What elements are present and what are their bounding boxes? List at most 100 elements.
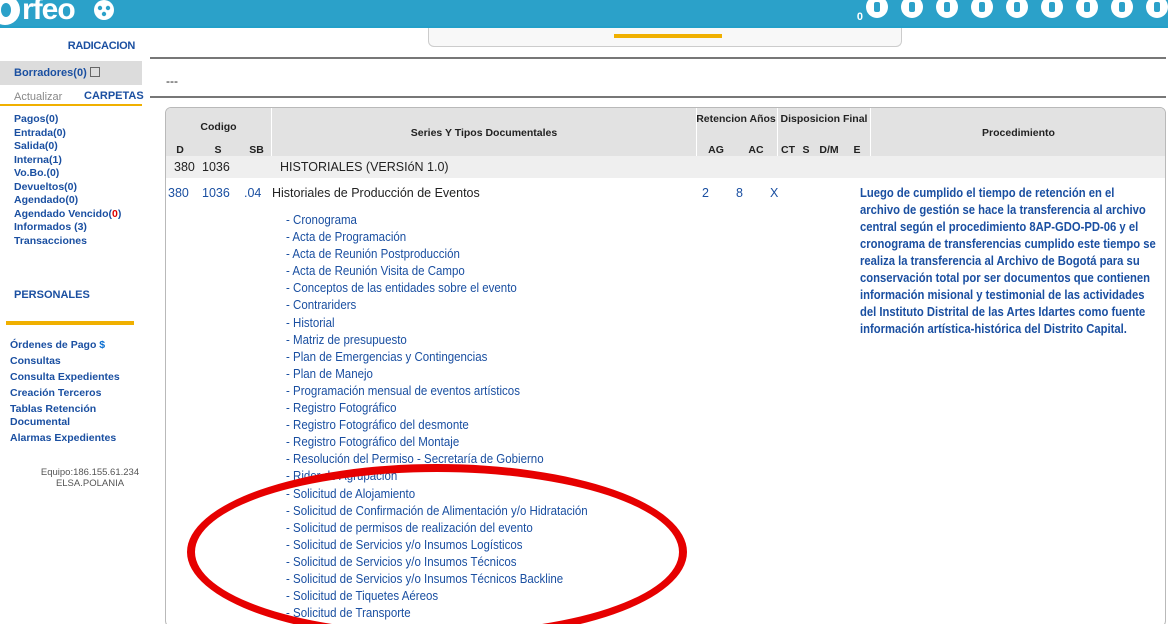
header-d: D bbox=[176, 144, 184, 156]
document-type[interactable]: - Programación mensual de eventos artíst… bbox=[286, 383, 588, 400]
document-type[interactable]: - Contrariders bbox=[286, 297, 588, 314]
top-toolbar: 0 bbox=[856, 0, 1168, 23]
folder-header: Actualizar CARPETAS bbox=[0, 86, 144, 106]
header-codigo: Codigo bbox=[200, 121, 237, 133]
table-header: Codigo D S SB Series Y Tipos Documentale… bbox=[166, 108, 1165, 156]
document-type[interactable]: - Registro Fotográfico bbox=[286, 400, 588, 417]
logout-icon[interactable] bbox=[1146, 0, 1168, 18]
borradores-link[interactable]: Borradores(0) bbox=[14, 67, 100, 79]
document-type[interactable]: - Acta de Reunión Postproducción bbox=[286, 246, 588, 263]
header-dm: D/M bbox=[819, 144, 839, 156]
document-type-list: - Cronograma - Acta de Programación - Ac… bbox=[286, 212, 614, 622]
retention-table: Codigo D S SB Series Y Tipos Documentale… bbox=[165, 107, 1166, 624]
folder-salida[interactable]: Salida(0) bbox=[14, 140, 121, 154]
header-disposicion: Disposicion Final bbox=[780, 113, 868, 125]
document-type[interactable]: - Solicitud de Servicios y/o Insumos Téc… bbox=[286, 554, 588, 571]
tool-ordenes-de-pago[interactable]: Órdenes de Pago $ bbox=[10, 339, 120, 352]
header-ac: AC bbox=[748, 144, 764, 156]
document-type[interactable]: - Cronograma bbox=[286, 212, 588, 229]
folder-agendado[interactable]: Agendado(0) bbox=[14, 194, 121, 208]
header-procedimiento: Procedimiento bbox=[982, 127, 1055, 139]
document-type[interactable]: - Plan de Emergencias y Contingencias bbox=[286, 349, 588, 366]
tool-tablas-retencion[interactable]: Tablas Retención Documental bbox=[10, 403, 120, 429]
row-d: 380 bbox=[168, 186, 189, 200]
equipo-ip: Equipo:186.155.61.234 bbox=[40, 467, 140, 478]
document-type[interactable]: - Matriz de presupuesto bbox=[286, 332, 588, 349]
row-sb: .04 bbox=[244, 186, 262, 200]
document-type[interactable]: - Registro Fotográfico del desmonte bbox=[286, 417, 588, 434]
session-info: Equipo:186.155.61.234 ELSA.POLANIA bbox=[0, 467, 147, 489]
placeholder-text: --- bbox=[166, 74, 178, 88]
radicacion-link[interactable]: RADICACION bbox=[0, 40, 136, 52]
document-type[interactable]: - Rider de Agrupación bbox=[286, 468, 588, 485]
row-series-name[interactable]: Historiales de Producción de Eventos bbox=[272, 186, 480, 200]
folder-vobo[interactable]: Vo.Bo.(0) bbox=[14, 167, 121, 181]
procedure-text: Luego de cumplido el tiempo de retención… bbox=[860, 186, 1156, 336]
sidebar-divider bbox=[6, 321, 134, 325]
header-accent bbox=[614, 34, 722, 38]
folder-agendado-vencido[interactable]: Agendado Vencido(0) bbox=[14, 208, 121, 222]
refresh-link[interactable]: Actualizar bbox=[14, 91, 62, 103]
tool-consultas[interactable]: Consultas bbox=[10, 355, 120, 368]
document-type[interactable]: - Acta de Programación bbox=[286, 229, 588, 246]
header-e: E bbox=[853, 144, 861, 156]
notification-count: 0 bbox=[856, 11, 863, 23]
header-series: Series Y Tipos Documentales bbox=[410, 127, 558, 139]
tool-consulta-expedientes[interactable]: Consulta Expedientes bbox=[10, 371, 120, 384]
divider bbox=[150, 96, 1166, 98]
document-type[interactable]: - Solicitud de Tiquetes Aéreos bbox=[286, 588, 588, 605]
tool-creacion-terceros[interactable]: Creación Terceros bbox=[10, 387, 120, 400]
document-type[interactable]: - Solicitud de Servicios y/o Insumos Log… bbox=[286, 537, 588, 554]
main-header-panel bbox=[428, 28, 902, 47]
table-group-row[interactable]: 380 1036 HISTORIALES (VERSIóN 1.0) bbox=[166, 156, 1165, 178]
top-bar: rfeo 0 bbox=[0, 0, 1168, 28]
tools-list: Órdenes de Pago $ Consultas Consulta Exp… bbox=[10, 339, 120, 448]
document-type[interactable]: - Solicitud de Alojamiento bbox=[286, 486, 588, 503]
borradores-panel: Borradores(0) bbox=[0, 61, 142, 85]
row-ac: 8 bbox=[736, 186, 743, 200]
tool-alarmas-expedientes[interactable]: Alarmas Expedientes bbox=[10, 432, 120, 445]
group-name: HISTORIALES (VERSIóN 1.0) bbox=[280, 160, 449, 174]
app-logo[interactable]: rfeo bbox=[0, 0, 117, 27]
folder-informados[interactable]: Informados (3) bbox=[14, 221, 121, 235]
document-type[interactable]: - Solicitud de Servicios y/o Insumos Téc… bbox=[286, 571, 588, 588]
info-icon[interactable] bbox=[936, 0, 958, 18]
header-sb: SB bbox=[249, 144, 264, 156]
logo-mark-icon bbox=[0, 0, 20, 25]
notifications-icon[interactable] bbox=[866, 0, 888, 18]
group-s: 1036 bbox=[202, 160, 230, 174]
document-type[interactable]: - Conceptos de las entidades sobre el ev… bbox=[286, 280, 588, 297]
header-s: S bbox=[214, 144, 222, 156]
row-s: 1036 bbox=[202, 186, 230, 200]
document-type[interactable]: - Solicitud de Transporte bbox=[286, 605, 588, 622]
close-icon[interactable] bbox=[1041, 0, 1063, 18]
folder-pagos[interactable]: Pagos(0) bbox=[14, 113, 121, 127]
documents-icon[interactable] bbox=[901, 0, 923, 18]
folder-transacciones[interactable]: Transacciones bbox=[14, 235, 121, 249]
document-type[interactable]: - Solicitud de Confirmación de Alimentac… bbox=[286, 503, 588, 520]
folder-devueltos[interactable]: Devueltos(0) bbox=[14, 181, 121, 195]
document-type[interactable]: - Acta de Reunión Visita de Campo bbox=[286, 263, 588, 280]
document-type[interactable]: - Resolución del Permiso - Secretaría de… bbox=[286, 451, 588, 468]
group-d: 380 bbox=[174, 160, 195, 174]
tools-icon[interactable] bbox=[1111, 0, 1133, 18]
document-type[interactable]: - Historial bbox=[286, 315, 588, 332]
ordenes-label: Órdenes de Pago bbox=[10, 339, 97, 351]
folder-interna[interactable]: Interna(1) bbox=[14, 154, 121, 168]
personales-link[interactable]: PERSONALES bbox=[14, 289, 90, 301]
stats-icon[interactable] bbox=[1076, 0, 1098, 18]
edit-icon[interactable] bbox=[89, 67, 100, 77]
globe-icon[interactable] bbox=[91, 0, 117, 22]
help-icon[interactable] bbox=[971, 0, 993, 18]
settings-icon[interactable] bbox=[1006, 0, 1028, 18]
divider bbox=[150, 57, 1166, 59]
document-type[interactable]: - Plan de Manejo bbox=[286, 366, 588, 383]
document-type[interactable]: - Registro Fotográfico del Montaje bbox=[286, 434, 588, 451]
document-type[interactable]: - Solicitud de permisos de realización d… bbox=[286, 520, 588, 537]
folder-entrada[interactable]: Entrada(0) bbox=[14, 127, 121, 141]
user-name: ELSA.POLANIA bbox=[55, 478, 125, 489]
header-separator bbox=[271, 108, 272, 156]
folder-list: Pagos(0) Entrada(0) Salida(0) Interna(1)… bbox=[14, 113, 121, 248]
sidebar: RADICACION Borradores(0) Actualizar CARP… bbox=[0, 28, 147, 624]
logo-text: rfeo bbox=[22, 0, 76, 26]
